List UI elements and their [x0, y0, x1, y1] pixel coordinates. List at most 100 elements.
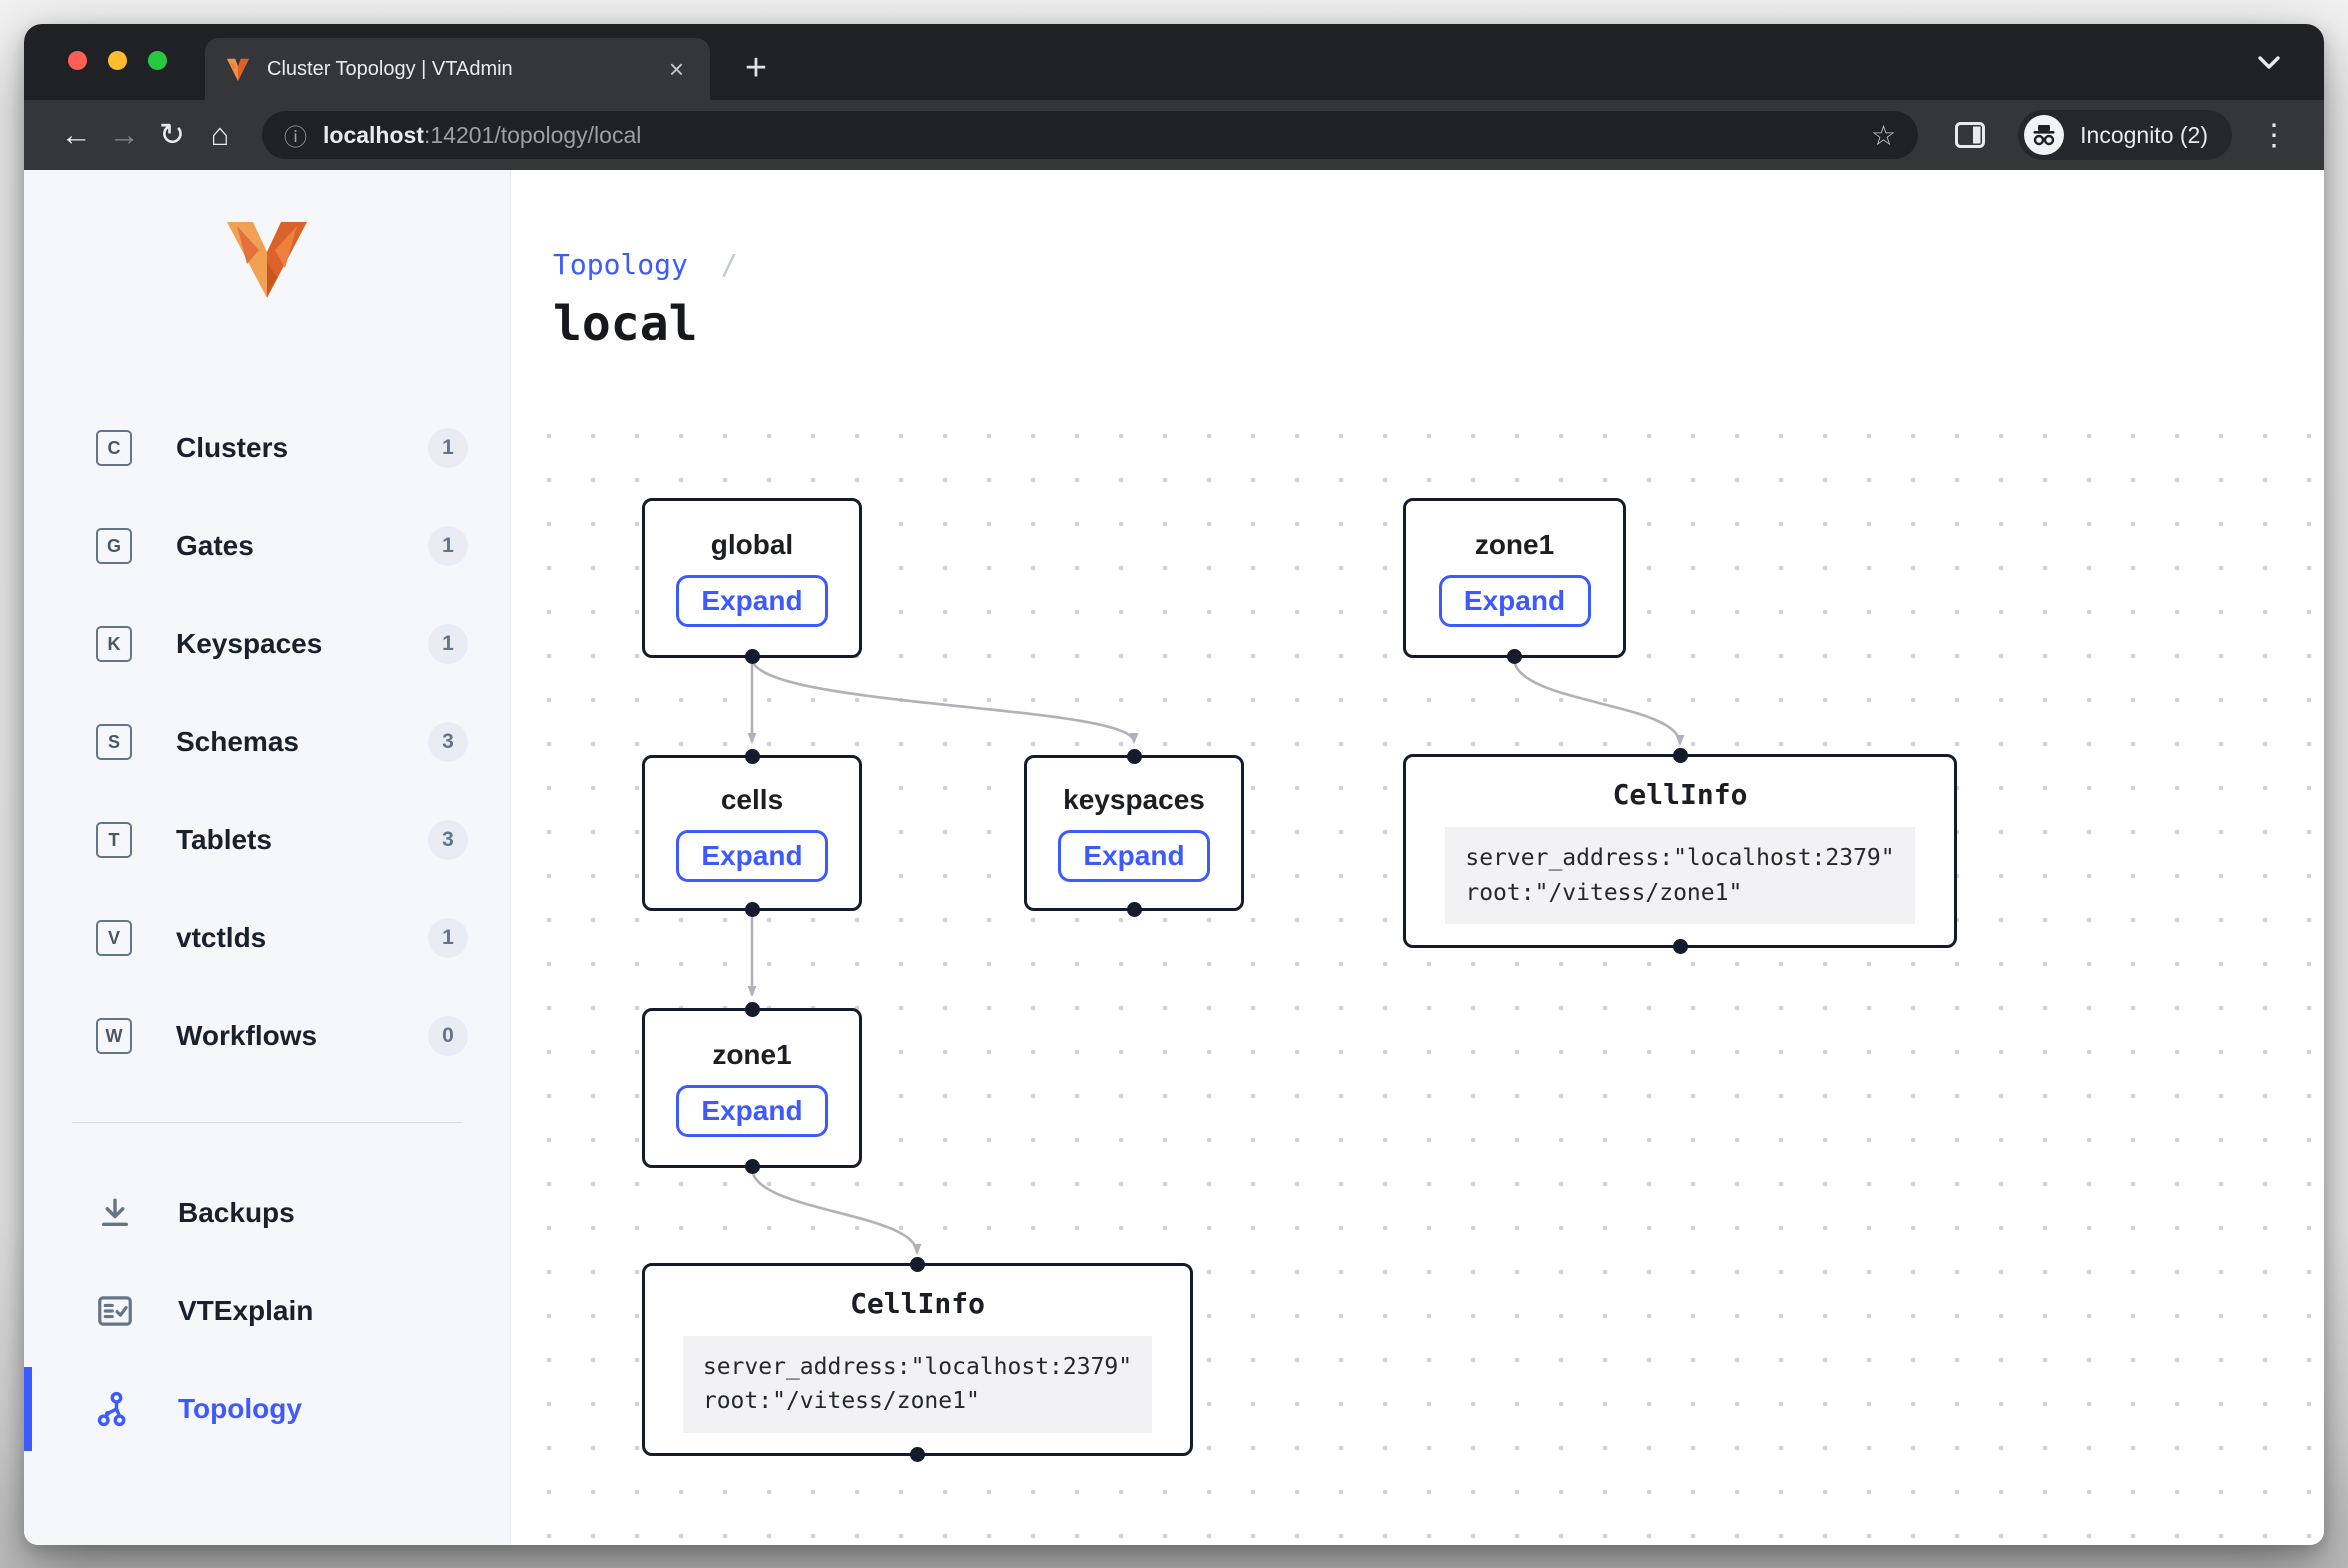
- window-maximize-button[interactable]: [148, 51, 167, 70]
- home-icon[interactable]: ⌂: [196, 111, 244, 159]
- expand-button[interactable]: Expand: [676, 1085, 828, 1137]
- back-icon[interactable]: ←: [52, 111, 100, 159]
- tab-search-chevron-icon[interactable]: [2254, 52, 2284, 74]
- topology-canvas[interactable]: globalExpandcellsExpandkeyspacesExpandzo…: [511, 410, 2324, 1545]
- count-badge: 1: [428, 624, 468, 664]
- page-title: local: [553, 296, 698, 352]
- node-title: zone1: [1475, 529, 1554, 561]
- tab-title: Cluster Topology | VTAdmin: [267, 58, 513, 81]
- incognito-label: Incognito (2): [2080, 122, 2208, 149]
- keyspaces-letter-icon: K: [96, 626, 132, 662]
- side-panel-icon[interactable]: [1946, 111, 1994, 159]
- port-top: [1673, 748, 1688, 763]
- window-close-button[interactable]: [68, 51, 87, 70]
- vtctlds-letter-icon: V: [96, 920, 132, 956]
- document-check-icon: [96, 1292, 134, 1330]
- port-bottom: [1127, 902, 1142, 917]
- sidebar-item-vtexplain[interactable]: VTExplain: [24, 1275, 510, 1347]
- schemas-letter-icon: S: [96, 724, 132, 760]
- browser-menu-icon[interactable]: ⋮: [2250, 111, 2298, 159]
- reload-icon[interactable]: ↻: [148, 111, 196, 159]
- port-bottom: [1507, 649, 1522, 664]
- incognito-icon: [2024, 115, 2064, 155]
- cellinfo-code: server_address:"localhost:2379" root:"/v…: [1445, 827, 1914, 924]
- main-panel: Topology / local global Expand cells Expand…: [511, 170, 2324, 1545]
- sidebar-tools: Backups VTExplain Topology: [24, 1177, 510, 1445]
- node-global[interactable]: global Expand: [642, 498, 862, 658]
- node-title: CellInfo: [1613, 778, 1748, 811]
- tablets-letter-icon: T: [96, 822, 132, 858]
- sidebar-item-label: Backups: [178, 1197, 295, 1229]
- sidebar-item-label: Gates: [176, 530, 254, 562]
- node-title: CellInfo: [850, 1287, 985, 1320]
- node-zone1[interactable]: zone1 Expand: [642, 1008, 862, 1168]
- port-bottom: [745, 1159, 760, 1174]
- sidebar-item-label: VTExplain: [178, 1295, 313, 1327]
- count-badge: 1: [428, 428, 468, 468]
- node-title: cells: [721, 784, 783, 816]
- tab-close-icon[interactable]: ×: [663, 54, 690, 84]
- count-badge: 1: [428, 918, 468, 958]
- count-badge: 3: [428, 722, 468, 762]
- gates-letter-icon: G: [96, 528, 132, 564]
- expand-button[interactable]: Expand: [676, 575, 828, 627]
- forward-icon[interactable]: →: [100, 111, 148, 159]
- node-cellinfo-zone1[interactable]: CellInfo server_address:"localhost:2379" …: [642, 1263, 1193, 1456]
- workflows-letter-icon: W: [96, 1018, 132, 1054]
- node-cellinfo-zone1-root[interactable]: CellInfo server_address:"localhost:2379" …: [1403, 754, 1957, 948]
- node-title: global: [711, 529, 793, 561]
- sidebar-item-label: Schemas: [176, 726, 299, 758]
- url-bar[interactable]: ⓘ localhost:14201/topology/local ☆: [262, 111, 1918, 159]
- sidebar-item-backups[interactable]: Backups: [24, 1177, 510, 1249]
- count-badge: 3: [428, 820, 468, 860]
- breadcrumb-separator: /: [721, 248, 738, 281]
- sidebar-item-label: vtctlds: [176, 922, 266, 954]
- new-tab-button[interactable]: +: [732, 44, 780, 92]
- content-area: CClusters1 G Gates 1 K Keyspaces 1 S Schemas 3 T Ta…: [24, 170, 2324, 1545]
- sidebar-item-label: Workflows: [176, 1020, 317, 1052]
- node-cells[interactable]: cells Expand: [642, 755, 862, 911]
- tab-strip: Cluster Topology | VTAdmin × +: [24, 24, 2324, 100]
- port-top: [745, 749, 760, 764]
- incognito-badge[interactable]: Incognito (2): [2018, 110, 2232, 160]
- sidebar-item-workflows[interactable]: WWorkflows0: [24, 1000, 510, 1072]
- node-title: keyspaces: [1063, 784, 1205, 816]
- download-icon: [96, 1194, 134, 1232]
- sidebar: CClusters1 G Gates 1 K Keyspaces 1 S Schemas 3 T Ta…: [24, 170, 511, 1545]
- sidebar-nav: CClusters1 G Gates 1 K Keyspaces 1 S Schemas 3 T Ta…: [24, 412, 510, 1072]
- sidebar-item-label: Keyspaces: [176, 628, 322, 660]
- edge-global-to-keyspaces: [752, 658, 1134, 742]
- sidebar-item-tablets[interactable]: T Tablets 3: [24, 804, 510, 876]
- window-minimize-button[interactable]: [108, 51, 127, 70]
- sidebar-item-schemas[interactable]: S Schemas 3: [24, 706, 510, 778]
- cellinfo-code: server_address:"localhost:2379" root:"/v…: [683, 1336, 1152, 1433]
- sidebar-item-keyspaces[interactable]: K Keyspaces 1: [24, 608, 510, 680]
- port-top: [745, 1002, 760, 1017]
- vitess-logo[interactable]: [219, 218, 315, 302]
- page-info-icon[interactable]: ⓘ: [284, 118, 307, 152]
- bookmark-star-icon[interactable]: ☆: [1871, 119, 1896, 152]
- url-text: localhost:14201/topology/local: [323, 122, 641, 149]
- sidebar-item-gates[interactable]: G Gates 1: [24, 510, 510, 582]
- sidebar-divider: [72, 1122, 462, 1123]
- sidebar-item-topology[interactable]: Topology: [24, 1373, 510, 1445]
- count-badge: 1: [428, 526, 468, 566]
- breadcrumb: Topology /: [553, 248, 738, 281]
- node-keyspaces[interactable]: keyspaces Expand: [1024, 755, 1244, 911]
- port-bottom: [910, 1447, 925, 1462]
- vitess-favicon-icon: [225, 56, 251, 82]
- sidebar-item-clusters[interactable]: CClusters1: [24, 412, 510, 484]
- breadcrumb-topology-link[interactable]: Topology: [553, 248, 688, 281]
- node-title: zone1: [712, 1039, 791, 1071]
- expand-button[interactable]: Expand: [1439, 575, 1591, 627]
- node-zone1-root[interactable]: zone1 Expand: [1403, 498, 1626, 658]
- port-bottom: [745, 649, 760, 664]
- browser-window: Cluster Topology | VTAdmin × + ← → ↻ ⌂ ⓘ…: [24, 24, 2324, 1545]
- expand-button[interactable]: Expand: [676, 830, 828, 882]
- sidebar-item-vtctlds[interactable]: Vvtctlds 1: [24, 902, 510, 974]
- expand-button[interactable]: Expand: [1058, 830, 1210, 882]
- port-top: [910, 1257, 925, 1272]
- tab-cluster-topology[interactable]: Cluster Topology | VTAdmin ×: [205, 38, 710, 100]
- sidebar-item-label: Tablets: [176, 824, 272, 856]
- browser-toolbar: ← → ↻ ⌂ ⓘ localhost:14201/topology/local…: [24, 100, 2324, 170]
